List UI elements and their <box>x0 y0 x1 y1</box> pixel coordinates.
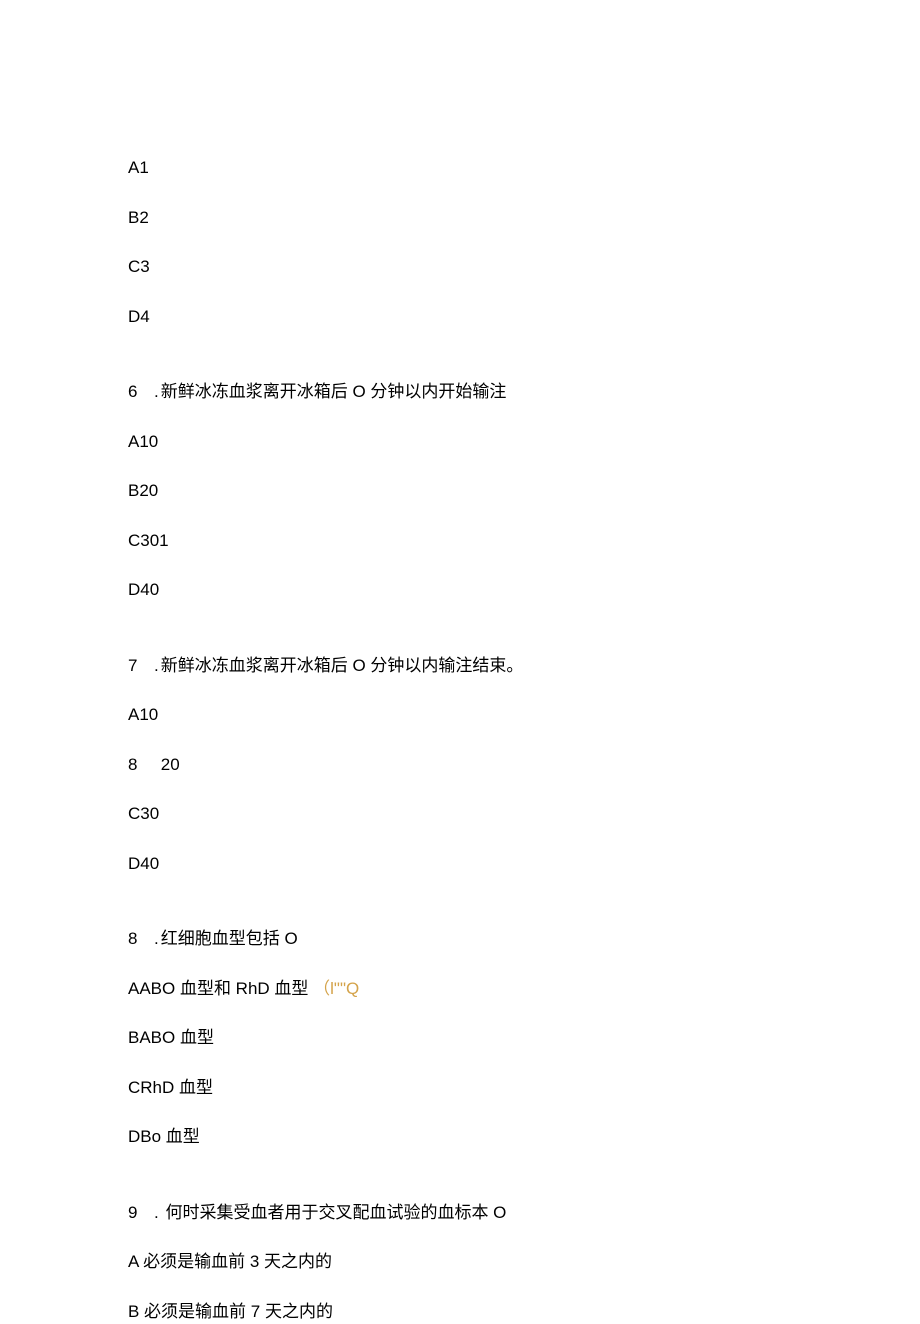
q5-option-b: B2 <box>128 205 792 231</box>
q5-option-d: D4 <box>128 304 792 330</box>
q7-option-b-val: 20 <box>161 755 180 774</box>
q5-option-a: A1 <box>128 155 792 181</box>
q9-number: 9 <box>128 1200 140 1226</box>
q8-number: 8 <box>128 926 140 952</box>
q6-question: 6.新鲜冰冻血浆离开冰箱后 O 分钟以内开始输注 <box>128 379 792 405</box>
q9-option-a: A 必须是输血前 3 天之内的 <box>128 1249 792 1275</box>
q9-text: 何时采集受血者用于交叉配血试验的血标本 O <box>165 1203 506 1222</box>
q5-option-c: C3 <box>128 254 792 280</box>
q7-option-b-num: 8 <box>128 752 140 778</box>
q7-question: 7.新鲜冰冻血浆离开冰箱后 O 分钟以内输注结束。 <box>128 653 792 679</box>
q8-text: 红细胞血型包括 O <box>161 929 298 948</box>
q6-option-b: B20 <box>128 478 792 504</box>
q8-option-a-annotation: （l""Q <box>313 979 359 998</box>
q6-number: 6 <box>128 379 140 405</box>
q9-dot: . <box>154 1203 163 1222</box>
q9-question: 9. 何时采集受血者用于交叉配血试验的血标本 O <box>128 1200 792 1226</box>
q7-option-b: 8 20 <box>128 752 792 778</box>
q7-dot: . <box>154 656 159 675</box>
q6-option-a: A10 <box>128 429 792 455</box>
q6-option-d: D40 <box>128 577 792 603</box>
q8-option-d: DBo 血型 <box>128 1124 792 1150</box>
q8-option-a: AABO 血型和 RhD 血型 （l""Q <box>128 976 792 1002</box>
q6-text: 新鲜冰冻血浆离开冰箱后 O 分钟以内开始输注 <box>161 382 507 401</box>
q7-text: 新鲜冰冻血浆离开冰箱后 O 分钟以内输注结束。 <box>161 656 524 675</box>
q9-option-b: B 必须是输血前 7 天之内的 <box>128 1299 792 1324</box>
q8-question: 8.红细胞血型包括 O <box>128 926 792 952</box>
q8-dot: . <box>154 929 159 948</box>
q7-option-a: A10 <box>128 702 792 728</box>
q8-option-b: BABO 血型 <box>128 1025 792 1051</box>
q7-option-c: C30 <box>128 801 792 827</box>
q7-option-b-gap <box>154 755 159 774</box>
q6-dot: . <box>154 382 159 401</box>
q8-option-a-main: AABO 血型和 RhD 血型 <box>128 979 308 998</box>
q8-option-c: CRhD 血型 <box>128 1075 792 1101</box>
q6-option-c: C301 <box>128 528 792 554</box>
q7-option-d: D40 <box>128 851 792 877</box>
q7-number: 7 <box>128 653 140 679</box>
